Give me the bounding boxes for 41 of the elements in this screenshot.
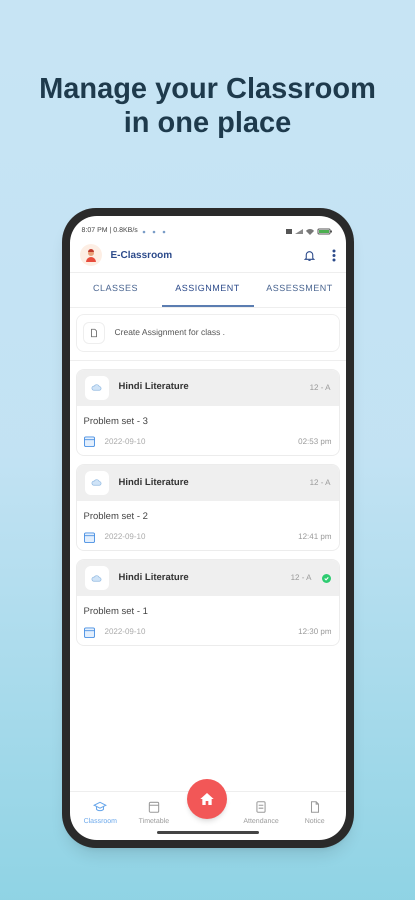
cloud-icon [84, 566, 108, 590]
assignment-date: 2022-09-10 [104, 436, 146, 448]
avatar-icon[interactable] [80, 244, 102, 266]
bell-icon[interactable] [302, 248, 316, 262]
assignment-date: 2022-09-10 [104, 626, 146, 638]
subject-name: Hindi Literature [118, 380, 190, 394]
cloud-icon [84, 376, 108, 400]
subject-name: Hindi Literature [118, 476, 190, 490]
home-button[interactable] [187, 779, 228, 819]
cloud-icon [84, 470, 108, 495]
assignment-title: Problem set - 1 [84, 605, 149, 619]
assignment-time: 12:41 pm [298, 531, 332, 543]
tab[interactable]: ASSESSMENT [254, 273, 346, 306]
calendar-icon [146, 800, 161, 814]
create-assignment-button[interactable]: Create Assignment for class . [76, 314, 340, 352]
assignment-card[interactable]: Hindi Literature 12 - A Problem set - 2 2022-09-10 12:41 pm [76, 464, 340, 551]
calendar-icon [84, 532, 94, 542]
graduation-cap-icon [93, 800, 108, 814]
headline: Manage your Classroom in one place [38, 72, 377, 140]
calendar-icon [84, 436, 94, 448]
status-icons [286, 228, 334, 235]
tab[interactable]: ASSIGNMENT [162, 273, 254, 306]
list-icon [254, 800, 268, 814]
app-title: E-Classroom [110, 248, 174, 262]
notification-dots-icon [142, 230, 166, 234]
home-icon [199, 791, 216, 807]
assignment-time: 12:30 pm [298, 626, 332, 638]
class-label: 12 - A [310, 476, 330, 489]
assignment-time: 02:53 pm [298, 436, 332, 448]
assignment-title: Problem set - 3 [84, 414, 149, 428]
class-label: 12 - A [310, 382, 330, 394]
class-label: 12 - A [290, 572, 312, 584]
more-menu-icon[interactable] [332, 248, 336, 262]
assignment-date: 2022-09-10 [104, 531, 146, 543]
calendar-icon [84, 626, 94, 638]
document-icon [88, 328, 98, 338]
assignment-card[interactable]: Hindi Literature 12 - A Problem set - 3 2022-09-10 02:53 pm [76, 368, 340, 456]
subject-name: Hindi Literature [118, 570, 190, 585]
assignment-card[interactable]: Hindi Literature 12 - A Problem set - 1 2022-09-10 12:30 pm [76, 559, 340, 646]
assignment-title: Problem set - 2 [84, 510, 149, 524]
tab[interactable]: CLASSES [70, 273, 162, 306]
